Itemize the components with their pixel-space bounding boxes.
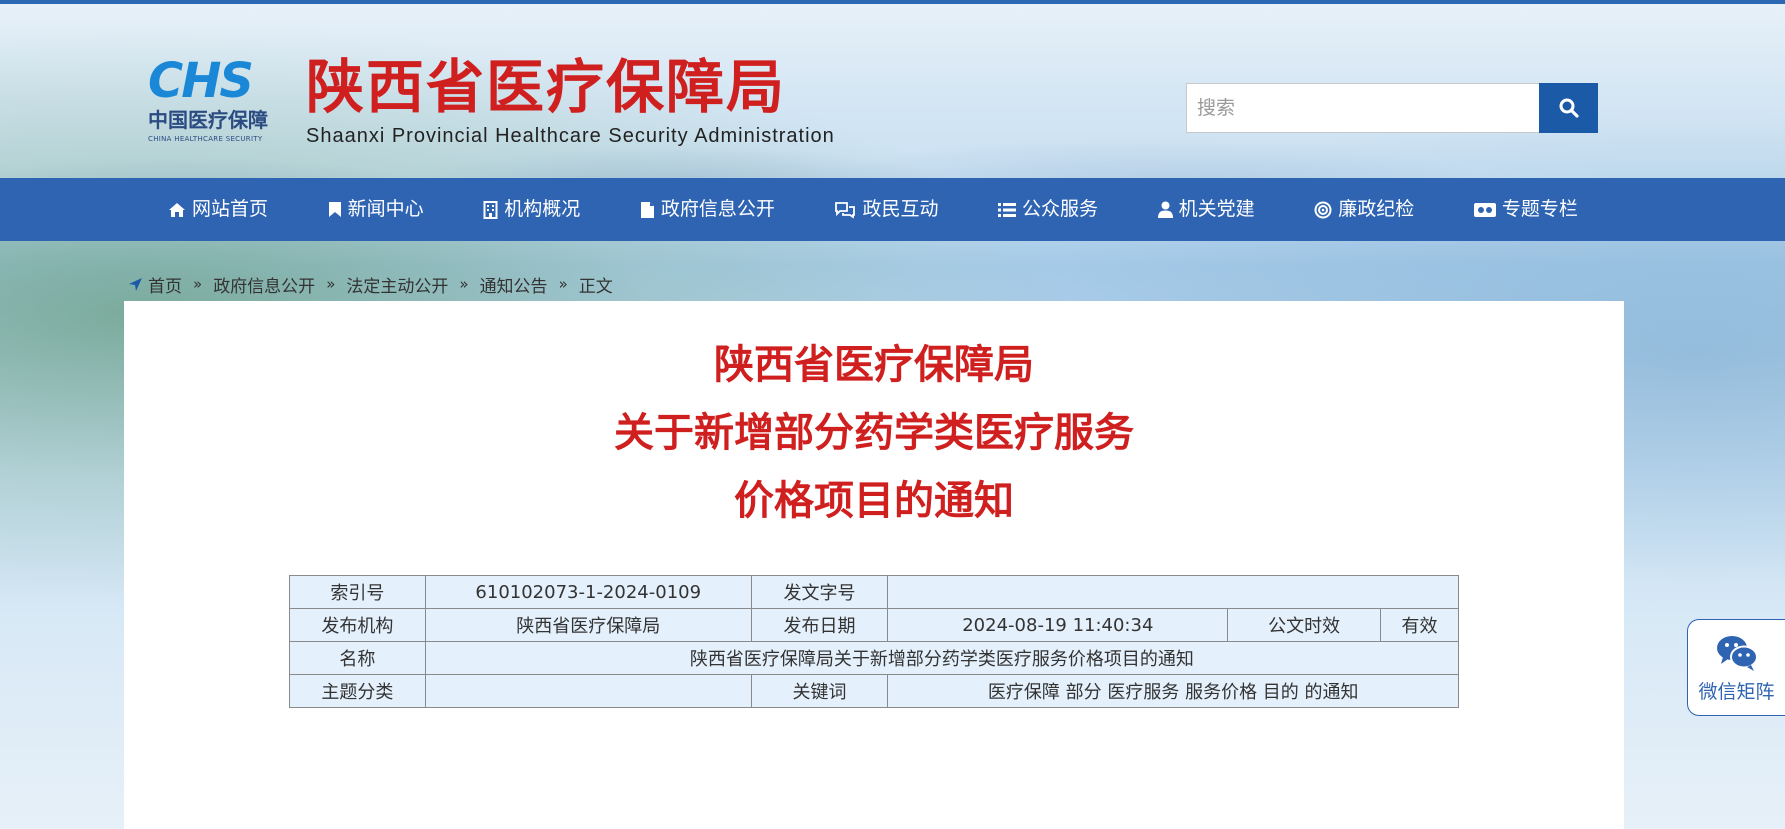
meta-name-value: 陕西省医疗保障局关于新增部分药学类医疗服务价格项目的通知 [424, 641, 1460, 675]
wechat-icon [1716, 636, 1758, 671]
meta-date-label: 发布日期 [750, 608, 889, 642]
nav-label: 机关党建 [1178, 198, 1255, 220]
logo-mark: CHS [148, 53, 254, 109]
meta-validity-value: 有效 [1380, 608, 1459, 642]
meta-name-label: 名称 [289, 641, 426, 675]
document-title-line: 陕西省医疗保障局 [714, 342, 1034, 388]
breadcrumb-item-statutory[interactable]: 法定主动公开 [346, 272, 448, 297]
breadcrumb-separator: » [459, 275, 469, 293]
nav-item-discipline[interactable]: 廉政纪检 [1314, 178, 1414, 241]
search-icon [1559, 98, 1579, 118]
nav-item-gov-info[interactable]: 政府信息公开 [640, 178, 775, 241]
meta-keywords-value: 医疗保障 部分 医疗服务 服务价格 目的 的通知 [887, 674, 1459, 708]
breadcrumb: 首页 » 政府信息公开 » 法定主动公开 » 通知公告 » 正文 [128, 272, 613, 297]
nav-item-home[interactable]: 网站首页 [168, 178, 268, 241]
meta-doc-no-label: 发文字号 [750, 575, 889, 609]
nav-label: 政民互动 [862, 198, 939, 220]
document-meta-table: 索引号 610102073-1-2024-0109 发文字号 发布机构 陕西省医… [289, 575, 1460, 708]
top-accent-line [0, 0, 1785, 4]
table-row: 发布机构 陕西省医疗保障局 发布日期 2024-08-19 11:40:34 公… [289, 608, 1459, 642]
user-icon [1157, 201, 1173, 218]
wechat-label: 微信矩阵 [1698, 681, 1775, 703]
breadcrumb-separator: » [558, 275, 568, 293]
file-icon [640, 201, 654, 218]
breadcrumb-separator: » [326, 275, 336, 293]
nav-label: 政府信息公开 [660, 198, 775, 220]
nav-item-special-topics[interactable]: 专题专栏 [1473, 178, 1578, 241]
nav-label: 机构概况 [504, 198, 581, 220]
nav-label: 公众服务 [1022, 198, 1099, 220]
table-row: 主题分类 关键词 医疗保障 部分 医疗服务 服务价格 目的 的通知 [289, 674, 1459, 708]
breadcrumb-item-gov-info[interactable]: 政府信息公开 [213, 272, 315, 297]
bookmark-icon [328, 202, 341, 217]
logo-en-text: CHINA HEALTHCARE SECURITY [148, 135, 263, 143]
search-bar [1186, 83, 1598, 133]
document-title-line: 关于新增部分药学类医疗服务 [614, 410, 1134, 456]
film-icon [1473, 202, 1496, 217]
main-nav: 网站首页 新闻中心 机构概况 政府信息公开 政民互动 公众服务 机关党建 廉政纪… [0, 178, 1785, 241]
chat-icon [835, 201, 856, 219]
chs-logo[interactable]: CHS 中国医疗保障 CHINA HEALTHCARE SECURITY [148, 53, 294, 148]
document-title: 陕西省医疗保障局 关于新增部分药学类医疗服务 价格项目的通知 [124, 331, 1624, 535]
building-icon [483, 200, 498, 219]
nav-label: 专题专栏 [1501, 198, 1578, 220]
site-title-en: Shaanxi Provincial Healthcare Security A… [306, 125, 835, 147]
table-row: 名称 陕西省医疗保障局关于新增部分药学类医疗服务价格项目的通知 [289, 641, 1460, 675]
wechat-matrix-button[interactable]: 微信矩阵 [1687, 619, 1785, 716]
nav-item-party-building[interactable]: 机关党建 [1157, 178, 1255, 241]
breadcrumb-separator: » [193, 275, 203, 293]
location-arrow-icon [129, 277, 142, 291]
search-input[interactable] [1186, 83, 1539, 133]
meta-topic-label: 主题分类 [289, 674, 426, 708]
meta-publisher-label: 发布机构 [289, 608, 426, 642]
meta-publisher-value: 陕西省医疗保障局 [424, 608, 752, 642]
nav-item-news[interactable]: 新闻中心 [328, 178, 424, 241]
table-row: 索引号 610102073-1-2024-0109 发文字号 [289, 575, 1459, 609]
nav-item-interaction[interactable]: 政民互动 [834, 178, 938, 241]
search-button[interactable] [1539, 83, 1598, 133]
site-title-cn: 陕西省医疗保障局 [306, 53, 787, 121]
target-icon [1314, 201, 1332, 218]
nav-label: 网站首页 [192, 198, 269, 220]
breadcrumb-item-current: 正文 [578, 276, 613, 297]
meta-index-value: 610102073-1-2024-0109 [424, 575, 752, 609]
meta-index-label: 索引号 [289, 575, 426, 609]
nav-item-public-service[interactable]: 公众服务 [998, 178, 1098, 241]
logo-cn-text: 中国医疗保障 [148, 108, 268, 132]
content-card: 陕西省医疗保障局 关于新增部分药学类医疗服务 价格项目的通知 索引号 61010… [124, 301, 1624, 829]
list-icon [998, 202, 1017, 217]
document-title-line: 价格项目的通知 [734, 478, 1014, 524]
nav-label: 廉政纪检 [1338, 198, 1415, 220]
breadcrumb-item-home[interactable]: 首页 [148, 272, 182, 297]
meta-validity-label: 公文时效 [1227, 608, 1382, 642]
meta-topic-value [424, 674, 752, 708]
home-icon [169, 202, 185, 217]
breadcrumb-item-notices[interactable]: 通知公告 [480, 272, 548, 297]
meta-date-value: 2024-08-19 11:40:34 [887, 608, 1229, 642]
nav-item-organization[interactable]: 机构概况 [483, 178, 580, 241]
nav-label: 新闻中心 [347, 198, 424, 220]
meta-keywords-label: 关键词 [750, 674, 889, 708]
meta-doc-no-value [887, 575, 1459, 609]
